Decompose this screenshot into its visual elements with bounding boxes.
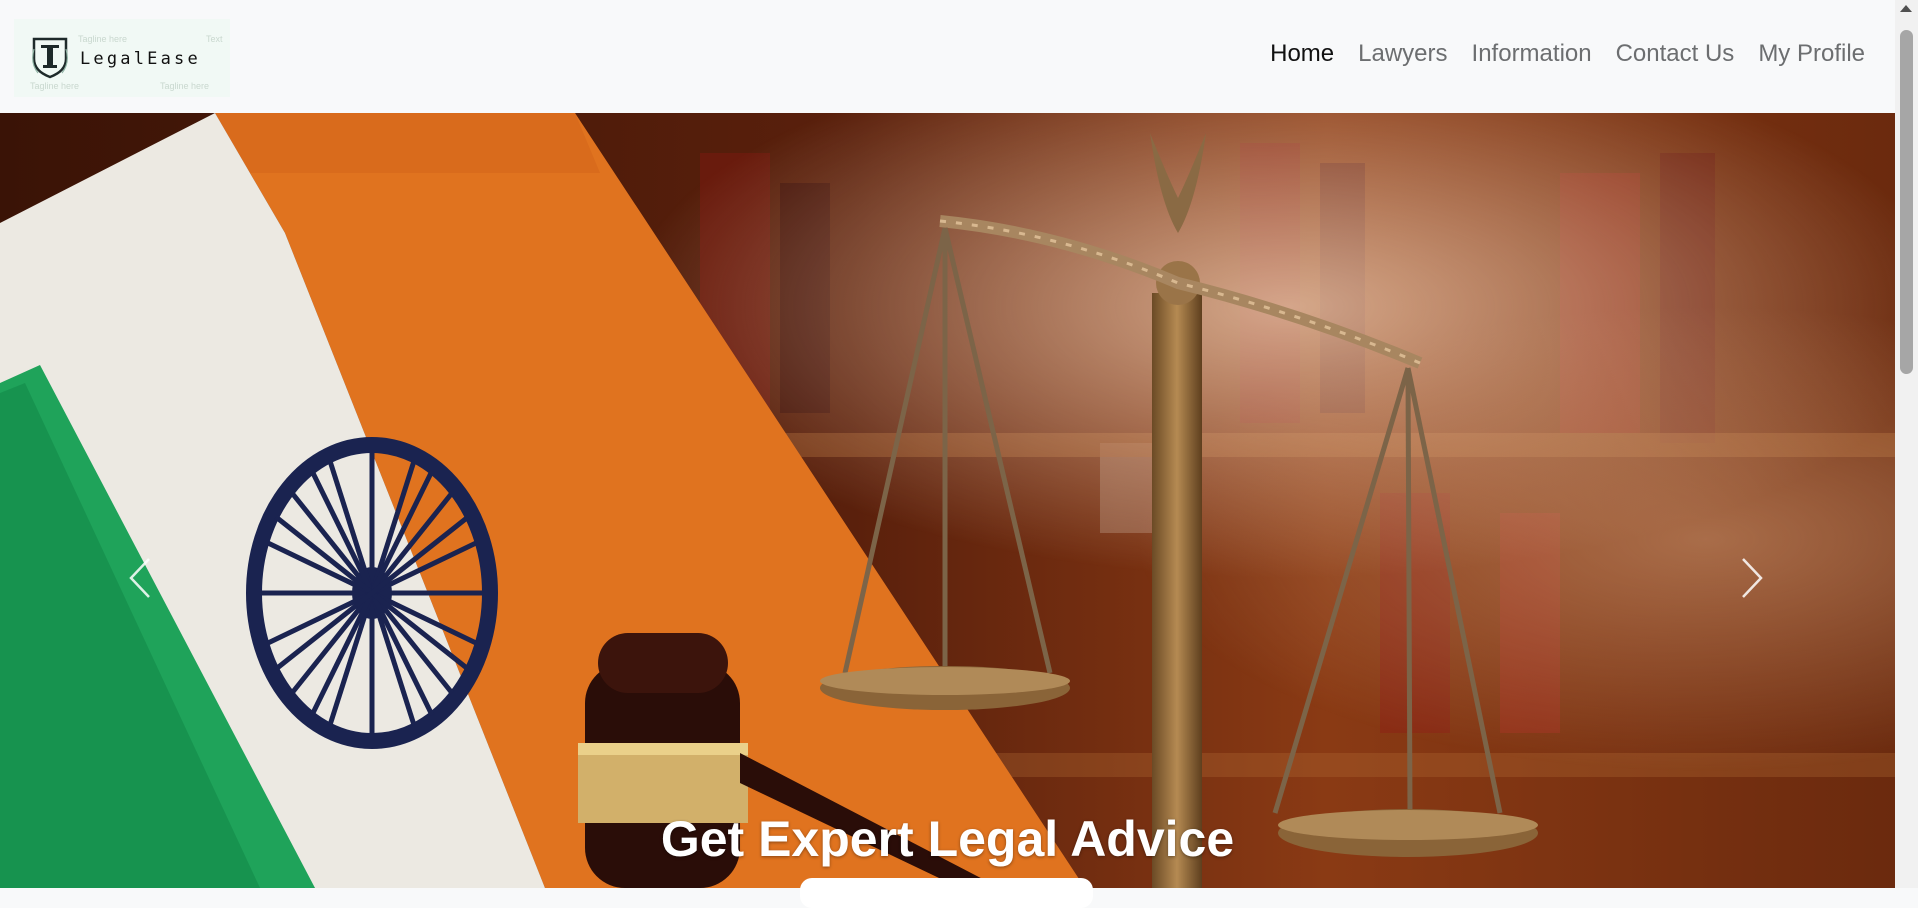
chevron-left-icon — [129, 558, 150, 598]
page-scrollbar[interactable] — [1895, 0, 1918, 888]
carousel-next-button[interactable] — [1722, 533, 1782, 623]
brand-faint-mark: Tagline here — [160, 81, 210, 91]
nav-link-home[interactable]: Home — [1270, 40, 1334, 68]
scales-shield-icon — [32, 37, 68, 79]
brand-logo[interactable]: LegalEase Tagline here Text Tagline here… — [14, 19, 230, 97]
scroll-up-arrow-icon[interactable] — [1900, 5, 1912, 12]
navbar: LegalEase Tagline here Text Tagline here… — [0, 0, 1895, 113]
nav-link-contact-us[interactable]: Contact Us — [1616, 40, 1735, 68]
brand-faint-mark: Tagline here — [78, 34, 128, 44]
chakra — [246, 437, 498, 749]
brand-faint-mark: Text — [206, 34, 223, 44]
hero-carousel — [0, 113, 1895, 888]
brand-faint-mark: Tagline here — [30, 81, 80, 91]
hero-image — [0, 113, 1895, 888]
chevron-right-icon — [1742, 558, 1763, 598]
nav-link-my-profile[interactable]: My Profile — [1758, 40, 1865, 68]
nav-link-information[interactable]: Information — [1472, 40, 1592, 68]
scrollbar-thumb[interactable] — [1900, 30, 1913, 374]
hero-heading: Get Expert Legal Advice — [660, 811, 1235, 867]
hero-cta-button[interactable] — [800, 878, 1093, 908]
main-nav: Home Lawyers Information Contact Us My P… — [1270, 40, 1865, 68]
nav-link-lawyers[interactable]: Lawyers — [1358, 40, 1447, 68]
brand-name: LegalEase — [80, 49, 201, 69]
carousel-prev-button[interactable] — [110, 533, 170, 623]
